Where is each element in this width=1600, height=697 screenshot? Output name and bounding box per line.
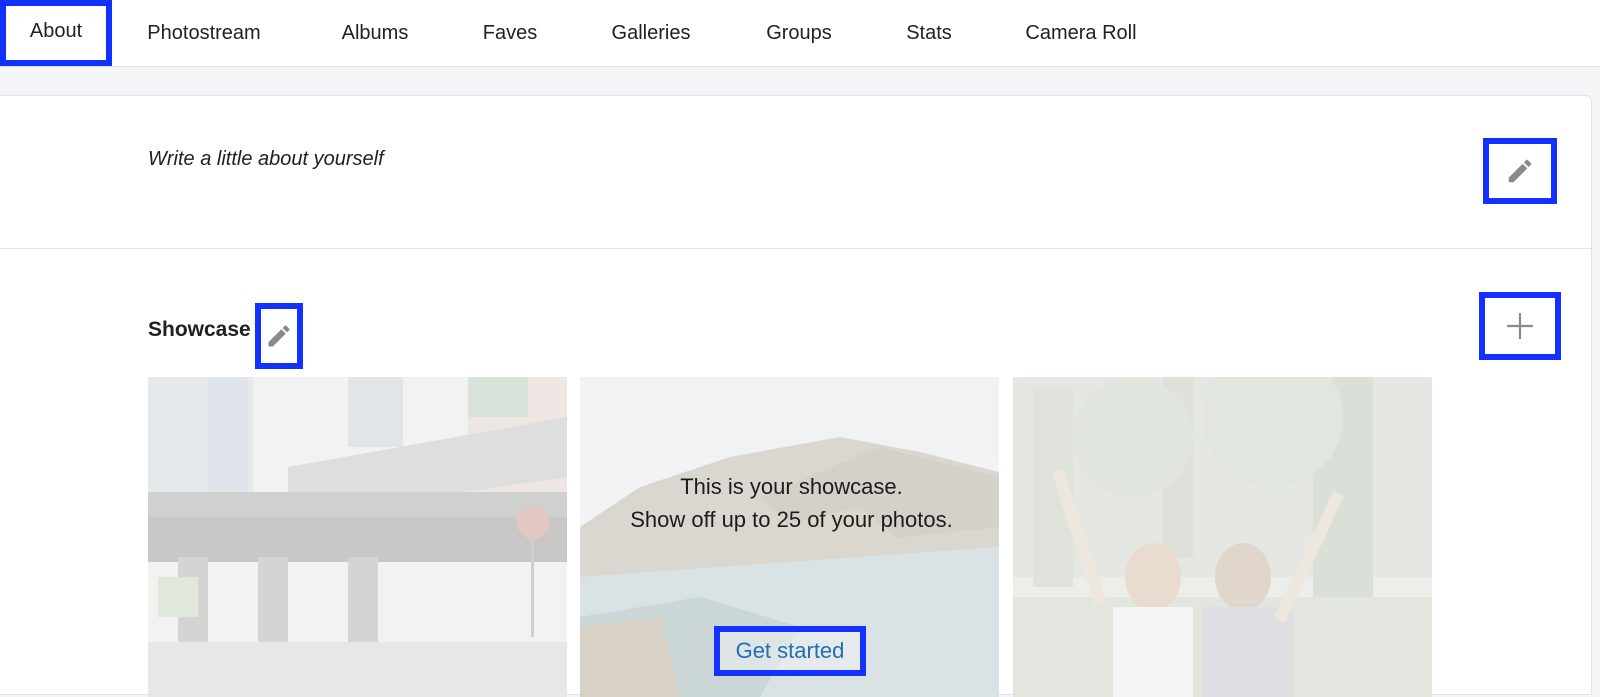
tab-photostream-label: Photostream xyxy=(147,21,261,44)
tab-groups-label: Groups xyxy=(766,21,832,44)
edit-about-button[interactable] xyxy=(1483,138,1557,204)
tab-camera-roll-label: Camera Roll xyxy=(1025,21,1137,44)
get-started-link[interactable]: Get started xyxy=(714,626,866,676)
tab-groups[interactable]: Groups xyxy=(746,0,852,66)
plus-icon xyxy=(1507,313,1533,339)
tab-albums[interactable]: Albums xyxy=(322,0,428,66)
tab-about[interactable]: About xyxy=(0,0,112,66)
add-showcase-button[interactable] xyxy=(1479,292,1561,360)
showcase-title: Showcase xyxy=(148,318,251,341)
tab-galleries[interactable]: Galleries xyxy=(592,0,710,66)
section-divider xyxy=(0,248,1592,249)
tab-galleries-label: Galleries xyxy=(611,21,691,44)
top-nav: About Photostream Albums Faves Galleries… xyxy=(0,0,1600,67)
tab-photostream[interactable]: Photostream xyxy=(128,0,280,66)
edit-showcase-button[interactable] xyxy=(255,303,303,369)
tab-stats-label: Stats xyxy=(906,21,952,44)
tab-about-label: About xyxy=(29,20,83,42)
showcase-empty-message: This is your showcase. Show off up to 25… xyxy=(582,470,1001,536)
showcase-message-line2: Show off up to 25 of your photos. xyxy=(630,507,953,532)
tab-faves-label: Faves xyxy=(482,21,538,44)
showcase-message-line1: This is your showcase. xyxy=(680,474,903,499)
showcase-photo-girls xyxy=(1013,377,1432,697)
showcase-photo-train xyxy=(148,377,567,697)
tab-albums-label: Albums xyxy=(341,21,409,44)
pencil-icon xyxy=(268,325,290,347)
pencil-icon xyxy=(1508,159,1532,183)
tab-camera-roll[interactable]: Camera Roll xyxy=(1006,0,1156,66)
tab-stats[interactable]: Stats xyxy=(888,0,970,66)
tab-faves[interactable]: Faves xyxy=(462,0,558,66)
about-placeholder[interactable]: Write a little about yourself xyxy=(148,148,384,171)
